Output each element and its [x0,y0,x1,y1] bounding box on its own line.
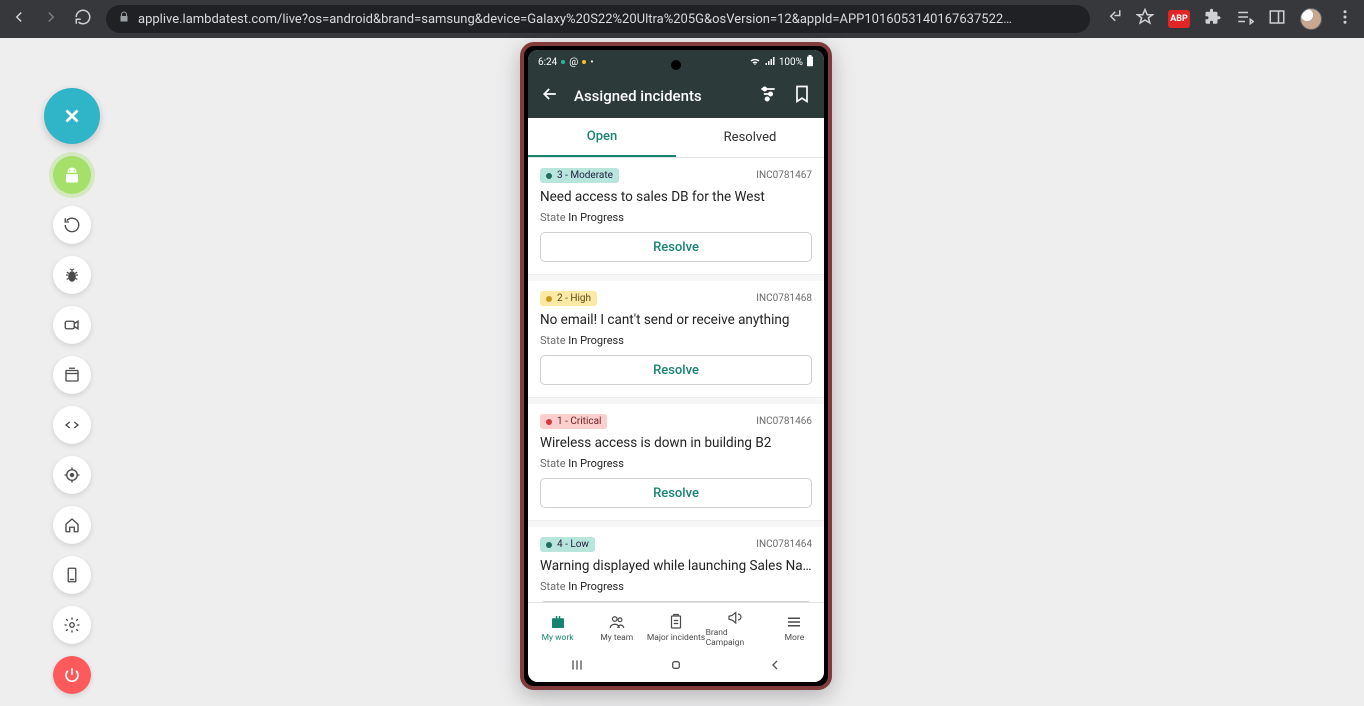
incident-card[interactable]: 3 - Moderate INC0781467 Need access to sal… [528,158,824,275]
incident-title: Warning displayed while launching Sales … [540,558,812,574]
home-nav-icon[interactable] [668,657,684,677]
nav-my-team[interactable]: My team [587,603,646,652]
status-at-icon: @ [569,57,578,68]
back-arrow-icon[interactable] [540,84,560,108]
resolve-button[interactable]: Resolve [540,355,812,385]
address-bar[interactable]: applive.lambdatest.com/live?os=android&b… [106,5,1090,33]
reload-icon[interactable] [74,8,92,30]
bottom-nav: My work My team Major incidents Brand Ca… [528,602,824,652]
back-icon[interactable] [10,8,28,30]
incident-id: INC0781468 [756,293,812,304]
forward-icon[interactable] [42,8,60,30]
profile-avatar[interactable] [1300,8,1322,30]
location-icon[interactable] [53,456,91,494]
incident-id: INC0781464 [756,539,812,550]
priority-text: 1 - Critical [557,416,601,427]
status-time: 6:24 [538,57,557,68]
nav-label: More [785,633,805,643]
tab-resolved[interactable]: Resolved [676,118,824,157]
recents-icon[interactable] [569,657,585,677]
nav-label: My work [542,633,574,643]
incident-state: State In Progress [540,580,812,593]
browser-toolbar: applive.lambdatest.com/live?os=android&b… [0,0,1364,38]
status-dot-icon [561,60,565,64]
priority-pill: 2 - High [540,291,597,306]
incident-tabs: Open Resolved [528,118,824,158]
resolve-button[interactable]: Resolve [540,478,812,508]
share-icon[interactable] [1104,8,1122,30]
priority-text: 2 - High [557,293,591,304]
device-icon[interactable] [53,556,91,594]
nav-label: Brand Campaign [706,628,765,648]
device-frame: 6:24 @ • 100% Assigned incidents Open Re… [520,42,832,690]
power-icon[interactable] [53,656,91,694]
bookmark-icon[interactable] [792,84,812,108]
devtools-icon[interactable] [53,406,91,444]
android-nav-bar [528,652,824,682]
tab-open[interactable]: Open [528,118,676,157]
priority-text: 4 - Low [557,539,589,550]
nav-label: My team [600,633,633,643]
settings-icon[interactable] [53,606,91,644]
incident-state: State In Progress [540,334,812,347]
rotate-icon[interactable] [53,206,91,244]
incident-title: No email! I cant't send or receive anyth… [540,312,812,328]
kebab-icon[interactable] [1336,8,1354,30]
abp-badge[interactable]: ABP [1168,10,1190,28]
incident-state: State In Progress [540,211,812,224]
bug-icon[interactable] [53,256,91,294]
incident-card[interactable]: 4 - Low INC0781464 Warning displayed while… [528,527,824,602]
nav-label: Major incidents [647,633,705,643]
android-icon[interactable] [53,156,91,194]
incident-list[interactable]: 3 - Moderate INC0781467 Need access to sal… [528,158,824,602]
session-sidebar [48,88,96,694]
incident-id: INC0781467 [756,170,812,181]
battery-icon [806,55,814,70]
priority-pill: 1 - Critical [540,414,607,429]
panel-icon[interactable] [1268,8,1286,30]
video-icon[interactable] [53,306,91,344]
incident-state: State In Progress [540,457,812,470]
filter-icon[interactable] [758,84,778,108]
extensions-icon[interactable] [1204,8,1222,30]
nav-brand-campaign[interactable]: Brand Campaign [706,603,765,652]
browser-actions: ABP [1104,8,1354,30]
status-dot-icon: • [590,57,593,68]
nav-my-work[interactable]: My work [528,603,587,652]
playlist-icon[interactable] [1236,8,1254,30]
nav-major-incidents[interactable]: Major incidents [646,603,705,652]
priority-pill: 3 - Moderate [540,168,619,183]
status-battery: 100% [779,57,803,68]
signal-icon [764,55,776,70]
incident-title: Need access to sales DB for the West [540,189,812,205]
status-dot-icon [582,60,586,64]
priority-pill: 4 - Low [540,537,595,552]
url-text: applive.lambdatest.com/live?os=android&b… [138,12,1012,27]
incident-id: INC0781466 [756,416,812,427]
priority-text: 3 - Moderate [557,170,613,181]
browser-nav-controls [10,8,92,30]
resolve-button[interactable]: Resolve [540,232,812,262]
home-icon[interactable] [53,506,91,544]
header-title: Assigned incidents [574,87,744,105]
incident-card[interactable]: 1 - Critical INC0781466 Wireless access is… [528,404,824,521]
back-nav-icon[interactable] [767,657,783,677]
incident-title: Wireless access is down in building B2 [540,435,812,451]
app-header: Assigned incidents [528,74,824,118]
close-session-button[interactable] [44,88,100,144]
star-icon[interactable] [1136,8,1154,30]
incident-card[interactable]: 2 - High INC0781468 No email! I cant't sen… [528,281,824,398]
wifi-icon [749,55,761,70]
screenshot-icon[interactable] [53,356,91,394]
device-screen: 6:24 @ • 100% Assigned incidents Open Re… [528,50,824,682]
camera-punch-hole [671,60,681,70]
nav-more[interactable]: More [765,603,824,652]
lock-icon [118,11,130,27]
